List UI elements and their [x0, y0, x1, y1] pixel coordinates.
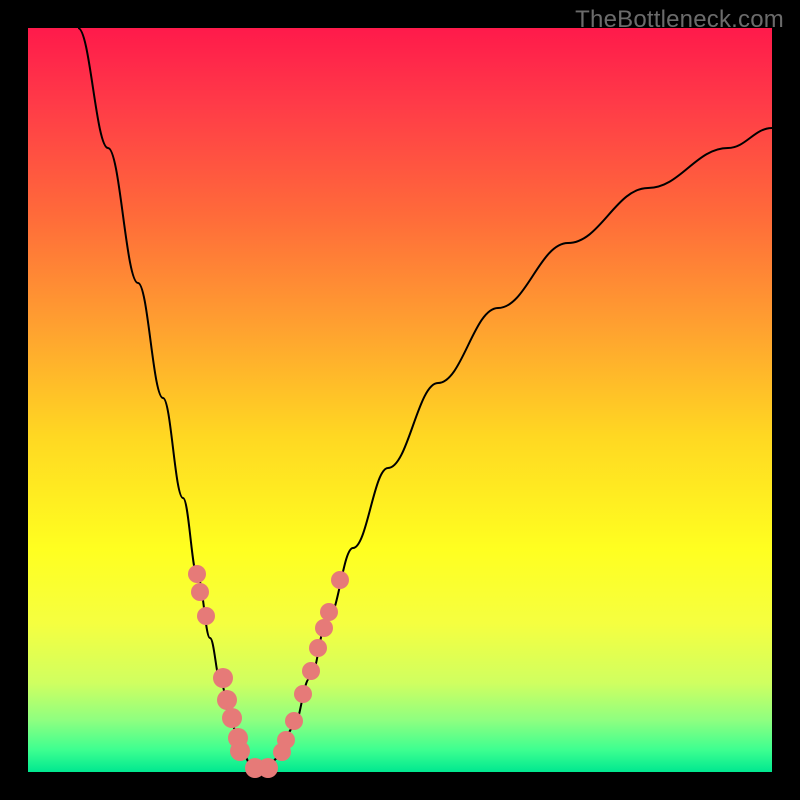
- attribution-text: TheBottleneck.com: [575, 6, 784, 34]
- data-dot: [315, 619, 333, 637]
- data-dot: [331, 571, 349, 589]
- data-dot: [285, 712, 303, 730]
- data-dot: [222, 708, 242, 728]
- data-dot: [197, 607, 215, 625]
- data-dot: [258, 758, 278, 778]
- plot-frame: [28, 28, 772, 772]
- curve-right: [266, 128, 772, 769]
- data-dots-group: [188, 565, 349, 778]
- data-dot: [188, 565, 206, 583]
- data-dot: [309, 639, 327, 657]
- data-dot: [230, 741, 250, 761]
- data-dot: [217, 690, 237, 710]
- chart-svg: [28, 28, 772, 772]
- curve-left: [78, 28, 260, 769]
- data-dot: [294, 685, 312, 703]
- data-dot: [191, 583, 209, 601]
- data-dot: [277, 731, 295, 749]
- data-dot: [302, 662, 320, 680]
- data-dot: [320, 603, 338, 621]
- data-dot: [213, 668, 233, 688]
